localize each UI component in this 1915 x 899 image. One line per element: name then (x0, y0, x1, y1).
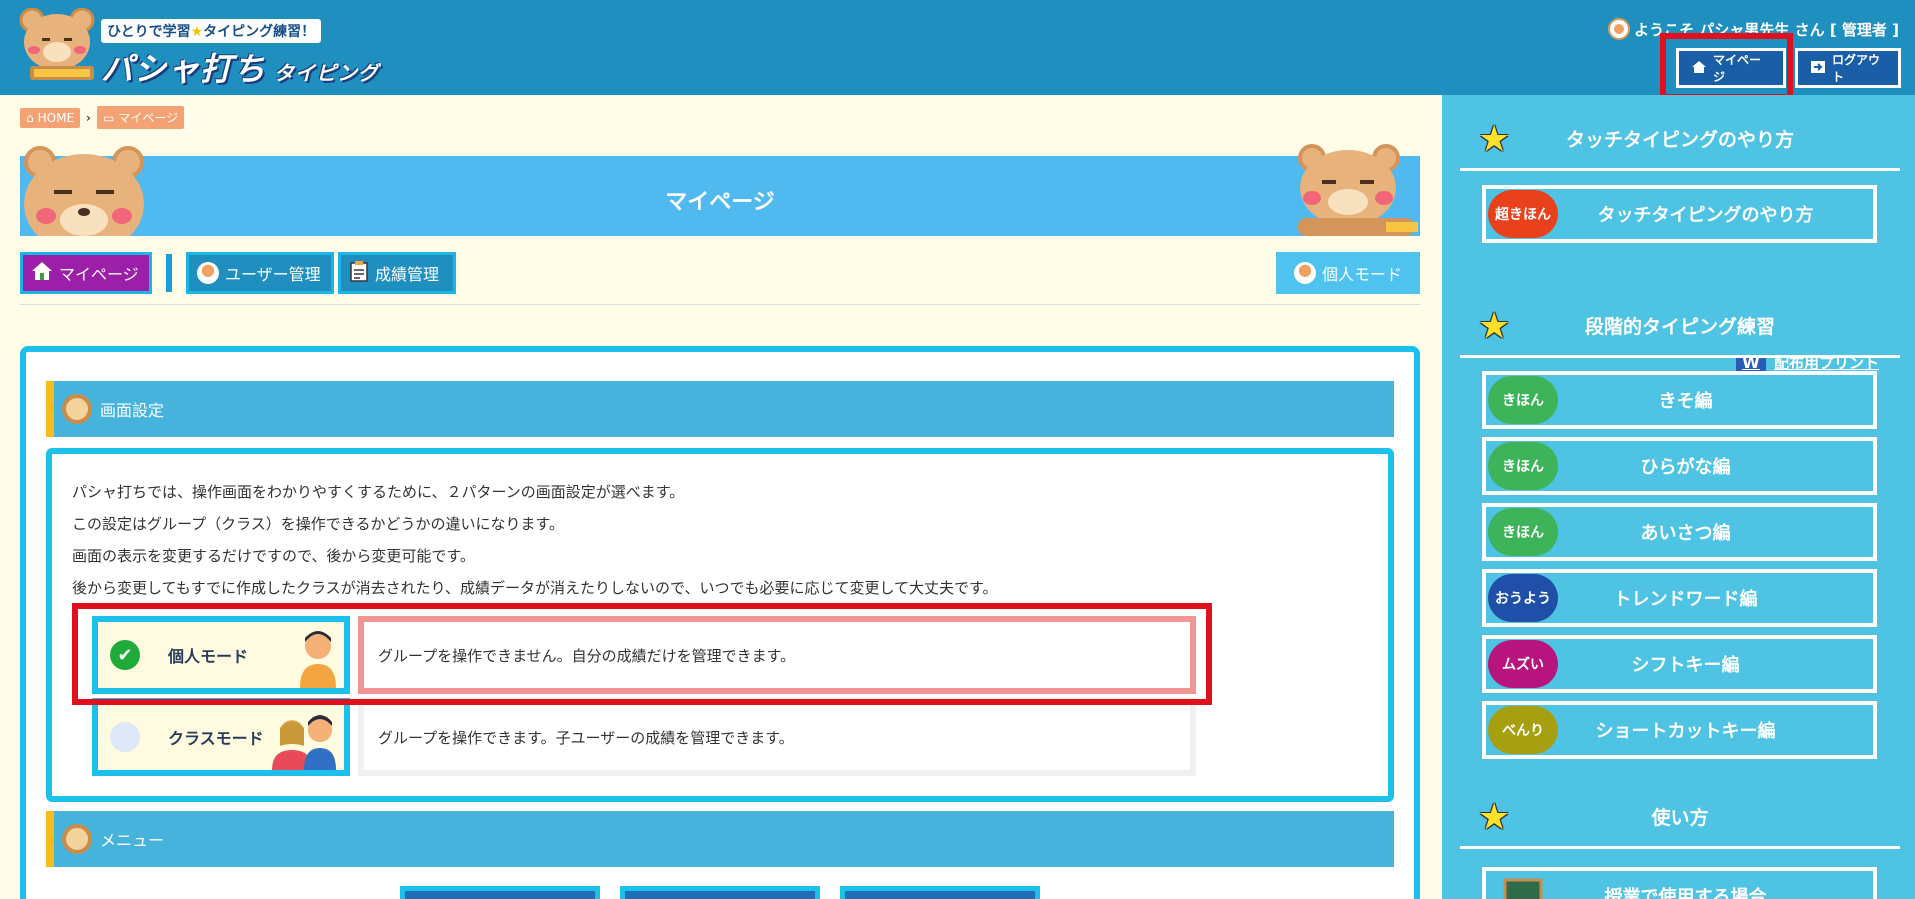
sidebar-item-hiragana[interactable]: きほん ひらがな編 (1482, 437, 1877, 495)
person-icon (296, 624, 340, 688)
user-avatar-icon (1608, 18, 1631, 40)
logo-main-text: パシャ打ち (101, 50, 267, 88)
breadcrumb-current: ▭ マイページ (96, 106, 185, 129)
sidebar-item-aisatsu[interactable]: きほん あいさつ編 (1482, 503, 1877, 561)
sidebar-item-label: あいさつ編 (1640, 523, 1731, 544)
sidebar-heading-label: 使い方 (1651, 807, 1709, 829)
breadcrumb-current-label: マイページ (118, 111, 179, 125)
bear-left-illustration (20, 144, 150, 236)
site-logo[interactable]: パシャ打ち タイピング (101, 44, 379, 90)
radio-empty-icon (110, 722, 140, 752)
tagline-post: タイピング練習！ (203, 24, 316, 40)
class-mode-description: グループを操作できます。子ユーザーの成績を管理できます。 (358, 698, 1196, 776)
header-mypage-button[interactable]: マイページ (1676, 48, 1786, 88)
home-icon: ⌂ (26, 110, 34, 125)
personal-mode-description: グループを操作できません。自分の成績だけを管理できます。 (358, 616, 1196, 694)
user-icon (197, 262, 219, 284)
sidebar-item-label: ショートカットキー編 (1595, 721, 1776, 742)
sidebar-item-label: 授業で使用する場合 (1604, 887, 1767, 899)
header-mypage-label: マイページ (1713, 53, 1762, 84)
bear-right-illustration (1290, 144, 1420, 236)
logo-bear-icon[interactable] (18, 7, 98, 86)
breadcrumb: ⌂ HOME › ▭ マイページ (20, 106, 185, 129)
sidebar-heading-touch-typing: ★ タッチタイピングのやり方 (1460, 109, 1900, 171)
group-icon (270, 706, 340, 770)
site-header: ひとりで学習★タイピング練習！ パシャ打ち タイピング ようこそ パシャ男先生 さ… (0, 0, 1915, 95)
tagline-pre: ひとりで学習 (107, 24, 191, 40)
section-header-menu: メニュー (46, 811, 1394, 867)
home-icon (1691, 60, 1707, 77)
subnav-divider (166, 254, 172, 292)
home-icon (31, 261, 53, 285)
menu-button-1[interactable] (400, 886, 600, 899)
breadcrumb-home-label: HOME (37, 110, 75, 125)
settings-description-line-1: パシャ打ちでは、操作画面をわかりやすくするために、２パターンの画面設定が選べます… (72, 483, 685, 501)
subnav-grade-management-button[interactable]: 成績管理 (338, 252, 456, 294)
menu-button-3[interactable] (840, 886, 1040, 899)
personal-mode-button[interactable]: 個人モード (1276, 252, 1420, 294)
subnav-grade-management-label: 成績管理 (375, 265, 440, 284)
logout-icon (1810, 60, 1826, 77)
sidebar-item-shortcut-key[interactable]: べんり ショートカットキー編 (1482, 701, 1877, 759)
menu-button-2[interactable] (620, 886, 820, 899)
badge-hard: ムズい (1488, 640, 1558, 688)
sidebar-heading-label: 段階的タイピング練習 (1584, 316, 1775, 338)
sidebar-item-shift-key[interactable]: ムズい シフトキー編 (1482, 635, 1877, 693)
badge-super-basic: 超きほん (1488, 190, 1558, 238)
logo-sub-text: タイピング (274, 61, 380, 85)
sidebar: ★ タッチタイピングのやり方 超きほん タッチタイピングのやり方 W 配布用プリ… (1442, 95, 1915, 899)
folder-icon: ▭ (102, 110, 115, 125)
user-icon (1293, 262, 1316, 284)
subnav-mypage-label: マイページ (59, 265, 139, 284)
welcome-message: ようこそ パシャ男先生 さん [ 管理者 ] (1608, 18, 1899, 40)
personal-mode-label: 個人モード (1321, 265, 1402, 284)
mypage-subnav: マイページ ユーザー管理 成績管理 個人モード (20, 252, 1420, 294)
class-mode-option[interactable]: クラスモード (92, 698, 350, 776)
sidebar-item-kiso[interactable]: きほん きそ編 (1482, 371, 1877, 429)
subnav-divider-line (20, 304, 1420, 305)
sidebar-item-trend-word[interactable]: おうよう トレンドワード編 (1482, 569, 1877, 627)
section-header-screen-settings: 画面設定 (46, 381, 1394, 437)
blackboard-icon (1488, 872, 1558, 899)
badge-handy: べんり (1488, 706, 1558, 754)
class-mode-option-label: クラスモード (168, 729, 264, 748)
page-title: マイページ (665, 190, 775, 215)
subnav-mypage-button[interactable]: マイページ (20, 252, 152, 294)
badge-basic: きほん (1488, 442, 1558, 490)
breadcrumb-home[interactable]: ⌂ HOME (20, 107, 81, 128)
sidebar-item-label: ひらがな編 (1640, 457, 1731, 478)
settings-description-line-3: 画面の表示を変更するだけですので、後から変更可能です。 (72, 547, 475, 565)
logout-button[interactable]: ログアウト (1795, 48, 1901, 88)
sidebar-item-touch-typing-howto[interactable]: 超きほん タッチタイピングのやり方 (1482, 185, 1877, 243)
personal-mode-option[interactable]: ✔ 個人モード (92, 616, 350, 694)
subnav-user-management-label: ユーザー管理 (225, 265, 321, 284)
settings-description-line-2: この設定はグループ（クラス）を操作できるかどうかの違いになります。 (72, 515, 565, 533)
sidebar-item-class-usage[interactable]: 授業で使用する場合 (1482, 867, 1877, 899)
badge-basic: きほん (1488, 376, 1558, 424)
welcome-text: ようこそ パシャ男先生 さん [ 管理者 ] (1634, 20, 1899, 39)
bear-coin-icon (62, 394, 92, 424)
sidebar-heading-usage: ★ 使い方 (1460, 787, 1900, 849)
badge-basic: きほん (1488, 508, 1558, 556)
subnav-user-management-button[interactable]: ユーザー管理 (186, 252, 334, 294)
check-icon: ✔ (110, 640, 140, 670)
star-icon: ★ (190, 24, 204, 40)
sidebar-heading-label: タッチタイピングのやり方 (1565, 129, 1794, 151)
badge-applied: おうよう (1488, 574, 1558, 622)
sidebar-item-label: シフトキー編 (1631, 655, 1740, 676)
sidebar-item-label: タッチタイピングのやり方 (1597, 205, 1814, 226)
bear-coin-icon (62, 824, 92, 854)
logout-label: ログアウト (1832, 53, 1881, 84)
sidebar-item-label: きそ編 (1658, 391, 1713, 412)
clipboard-icon (349, 260, 369, 286)
menu-heading: メニュー (100, 831, 165, 850)
settings-description-line-4: 後から変更してもすでに作成したクラスが消去されたり、成績データが消えたりしないの… (72, 579, 998, 597)
personal-mode-option-label: 個人モード (168, 647, 249, 666)
page-banner: マイページ (20, 144, 1420, 236)
chevron-right-icon: › (86, 110, 91, 125)
sidebar-item-label: トレンドワード編 (1613, 589, 1758, 610)
sidebar-heading-stepwise: ★ 段階的タイピング練習 (1460, 296, 1900, 358)
screen-settings-heading: 画面設定 (100, 401, 165, 420)
tagline: ひとりで学習★タイピング練習！ (101, 19, 322, 43)
